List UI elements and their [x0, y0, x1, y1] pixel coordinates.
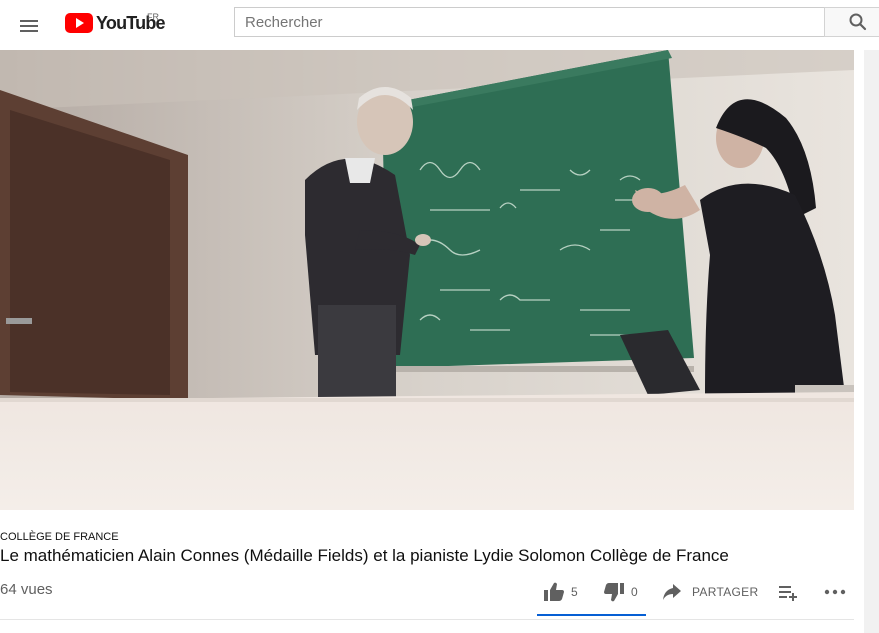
video-title: Le mathématicien Alain Connes (Médaille …	[0, 546, 729, 565]
dislike-button[interactable]: 0	[603, 580, 638, 604]
country-code: FR	[147, 12, 159, 22]
add-to-playlist-icon	[779, 586, 797, 601]
like-button[interactable]: 5	[543, 580, 578, 604]
more-icon	[824, 589, 846, 595]
view-count: 64 vues	[0, 581, 53, 598]
share-icon	[663, 584, 681, 600]
dislike-count: 0	[631, 585, 638, 599]
masthead: YouTube FR	[0, 0, 879, 50]
search-icon	[849, 13, 867, 31]
search-input[interactable]	[235, 8, 824, 36]
search-button[interactable]	[824, 7, 879, 37]
sentiment-bar	[537, 614, 646, 616]
more-actions-button[interactable]	[824, 580, 846, 604]
menu-icon[interactable]	[18, 12, 42, 36]
sentiment-bar-likes	[537, 614, 646, 616]
thumb-down-icon	[604, 583, 624, 602]
video-player[interactable]	[0, 50, 854, 510]
add-to-playlist-button[interactable]	[778, 580, 798, 604]
youtube-play-icon	[65, 13, 93, 33]
share-button[interactable]: PARTAGER	[662, 580, 758, 604]
like-count: 5	[571, 585, 578, 599]
thumb-up-icon	[544, 582, 564, 601]
search-box	[234, 7, 824, 37]
divider	[0, 619, 854, 620]
video-frame	[0, 50, 854, 510]
share-label: PARTAGER	[692, 585, 759, 599]
channel-name[interactable]: COLLÈGE DE FRANCE	[0, 531, 119, 543]
page-scrollbar[interactable]	[864, 50, 879, 633]
